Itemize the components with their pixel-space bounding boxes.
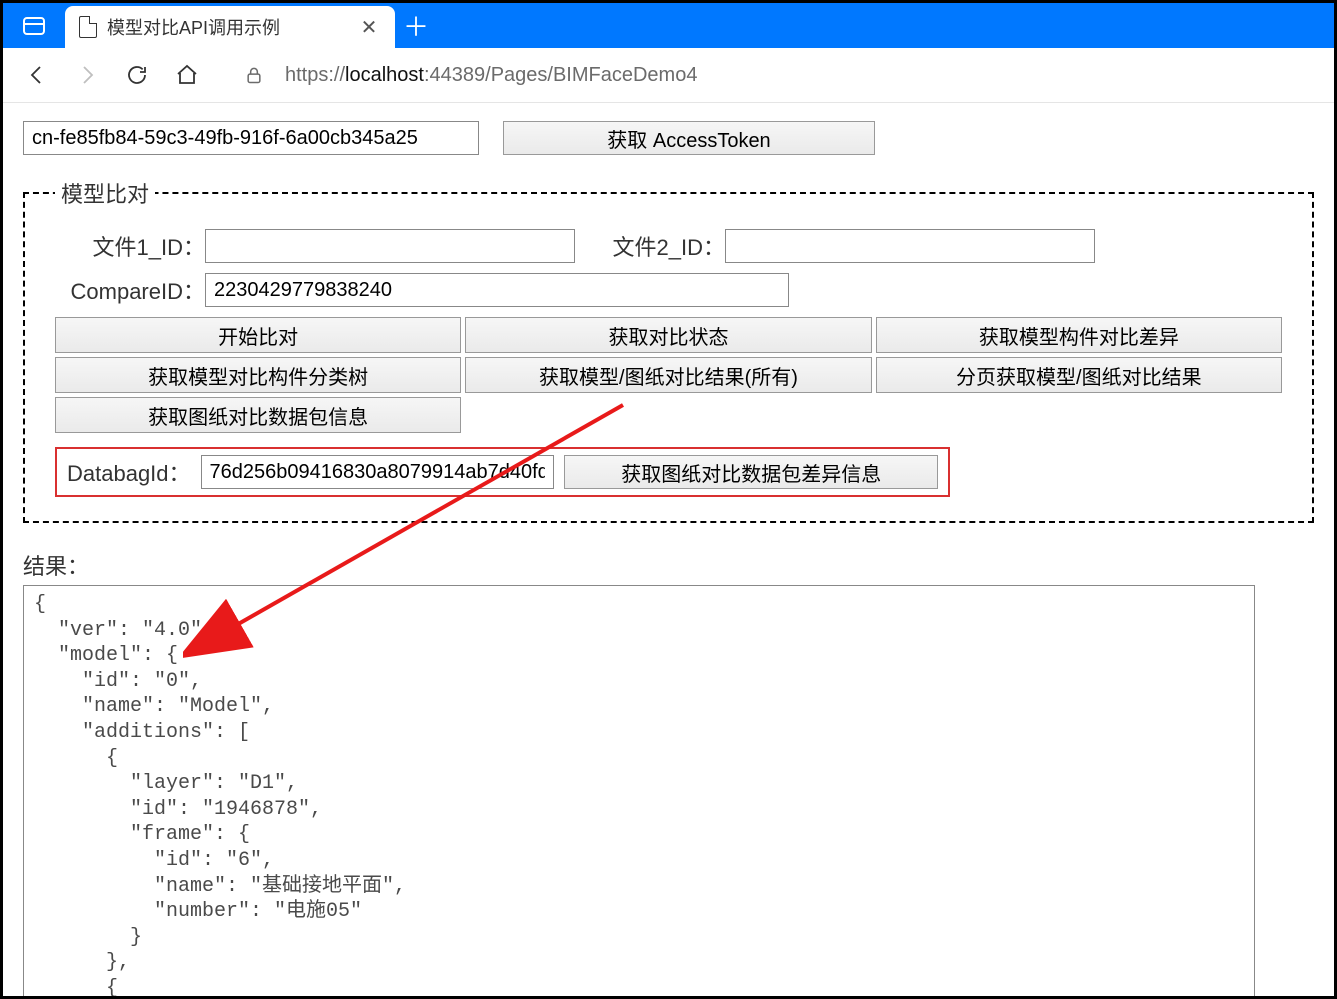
databag-input[interactable] <box>201 455 555 489</box>
back-button[interactable] <box>17 55 57 95</box>
tab-manager-icon <box>23 17 45 35</box>
refresh-button[interactable] <box>117 55 157 95</box>
start-compare-button[interactable]: 开始比对 <box>55 317 461 353</box>
url-proto: https:// <box>285 64 345 86</box>
tabs-area: 模型对比API调用示例 ✕ <box>65 3 395 48</box>
get-compare-status-button[interactable]: 获取对比状态 <box>465 317 871 353</box>
file1-label: 文件1_ID： <box>55 230 205 262</box>
get-model-element-diff-button[interactable]: 获取模型构件对比差异 <box>876 317 1282 353</box>
file-id-row: 文件1_ID： 文件2_ID： <box>55 229 1282 263</box>
file2-label: 文件2_ID： <box>605 230 725 262</box>
compareid-row: CompareID： <box>55 273 1282 307</box>
page-icon <box>79 16 97 38</box>
titlebar: 模型对比API调用示例 ✕ ＋ <box>3 3 1334 48</box>
url-path: /Pages/BIMFaceDemo4 <box>485 64 697 86</box>
home-button[interactable] <box>167 55 207 95</box>
tab-actions-button[interactable] <box>3 3 65 48</box>
token-row: 获取 AccessToken <box>23 121 1314 155</box>
browser-window: 模型对比API调用示例 ✕ ＋ https://localhost:44389/… <box>0 0 1337 999</box>
result-textarea[interactable] <box>23 585 1255 999</box>
result-label: 结果： <box>23 549 1314 581</box>
compareid-input[interactable] <box>205 273 789 307</box>
access-token-input[interactable] <box>23 121 479 155</box>
url-port: :44389 <box>424 64 485 86</box>
url-text: https://localhost:44389/Pages/BIMFaceDem… <box>285 64 697 87</box>
compare-button-grid: 开始比对 获取对比状态 获取模型构件对比差异 获取模型对比构件分类树 获取模型/… <box>55 317 1282 433</box>
browser-tab[interactable]: 模型对比API调用示例 ✕ <box>65 6 395 48</box>
tab-title: 模型对比API调用示例 <box>107 14 347 40</box>
lock-icon <box>237 60 271 90</box>
get-drawing-databag-info-button[interactable]: 获取图纸对比数据包信息 <box>55 397 461 433</box>
get-access-token-button[interactable]: 获取 AccessToken <box>503 121 875 155</box>
get-model-compare-tree-button[interactable]: 获取模型对比构件分类树 <box>55 357 461 393</box>
new-tab-button[interactable]: ＋ <box>395 3 437 48</box>
get-databag-diff-button[interactable]: 获取图纸对比数据包差异信息 <box>564 455 938 489</box>
close-tab-button[interactable]: ✕ <box>357 15 381 39</box>
page-content: 获取 AccessToken 模型比对 文件1_ID： 文件2_ID： Comp… <box>3 103 1334 999</box>
compare-legend: 模型比对 <box>55 177 155 209</box>
databag-row: DatabagId： 获取图纸对比数据包差异信息 <box>55 447 950 497</box>
toolbar: https://localhost:44389/Pages/BIMFaceDem… <box>3 48 1334 103</box>
compareid-label: CompareID： <box>55 274 205 306</box>
get-all-compare-result-button[interactable]: 获取模型/图纸对比结果(所有) <box>465 357 871 393</box>
compare-fieldset: 模型比对 文件1_ID： 文件2_ID： CompareID： 开始比对 获取对… <box>23 177 1314 523</box>
address-bar[interactable]: https://localhost:44389/Pages/BIMFaceDem… <box>217 60 1320 90</box>
forward-button[interactable] <box>67 55 107 95</box>
get-paged-compare-result-button[interactable]: 分页获取模型/图纸对比结果 <box>876 357 1282 393</box>
url-host: localhost <box>345 64 424 86</box>
file1-input[interactable] <box>205 229 575 263</box>
databag-label: DatabagId： <box>67 456 191 488</box>
file2-input[interactable] <box>725 229 1095 263</box>
